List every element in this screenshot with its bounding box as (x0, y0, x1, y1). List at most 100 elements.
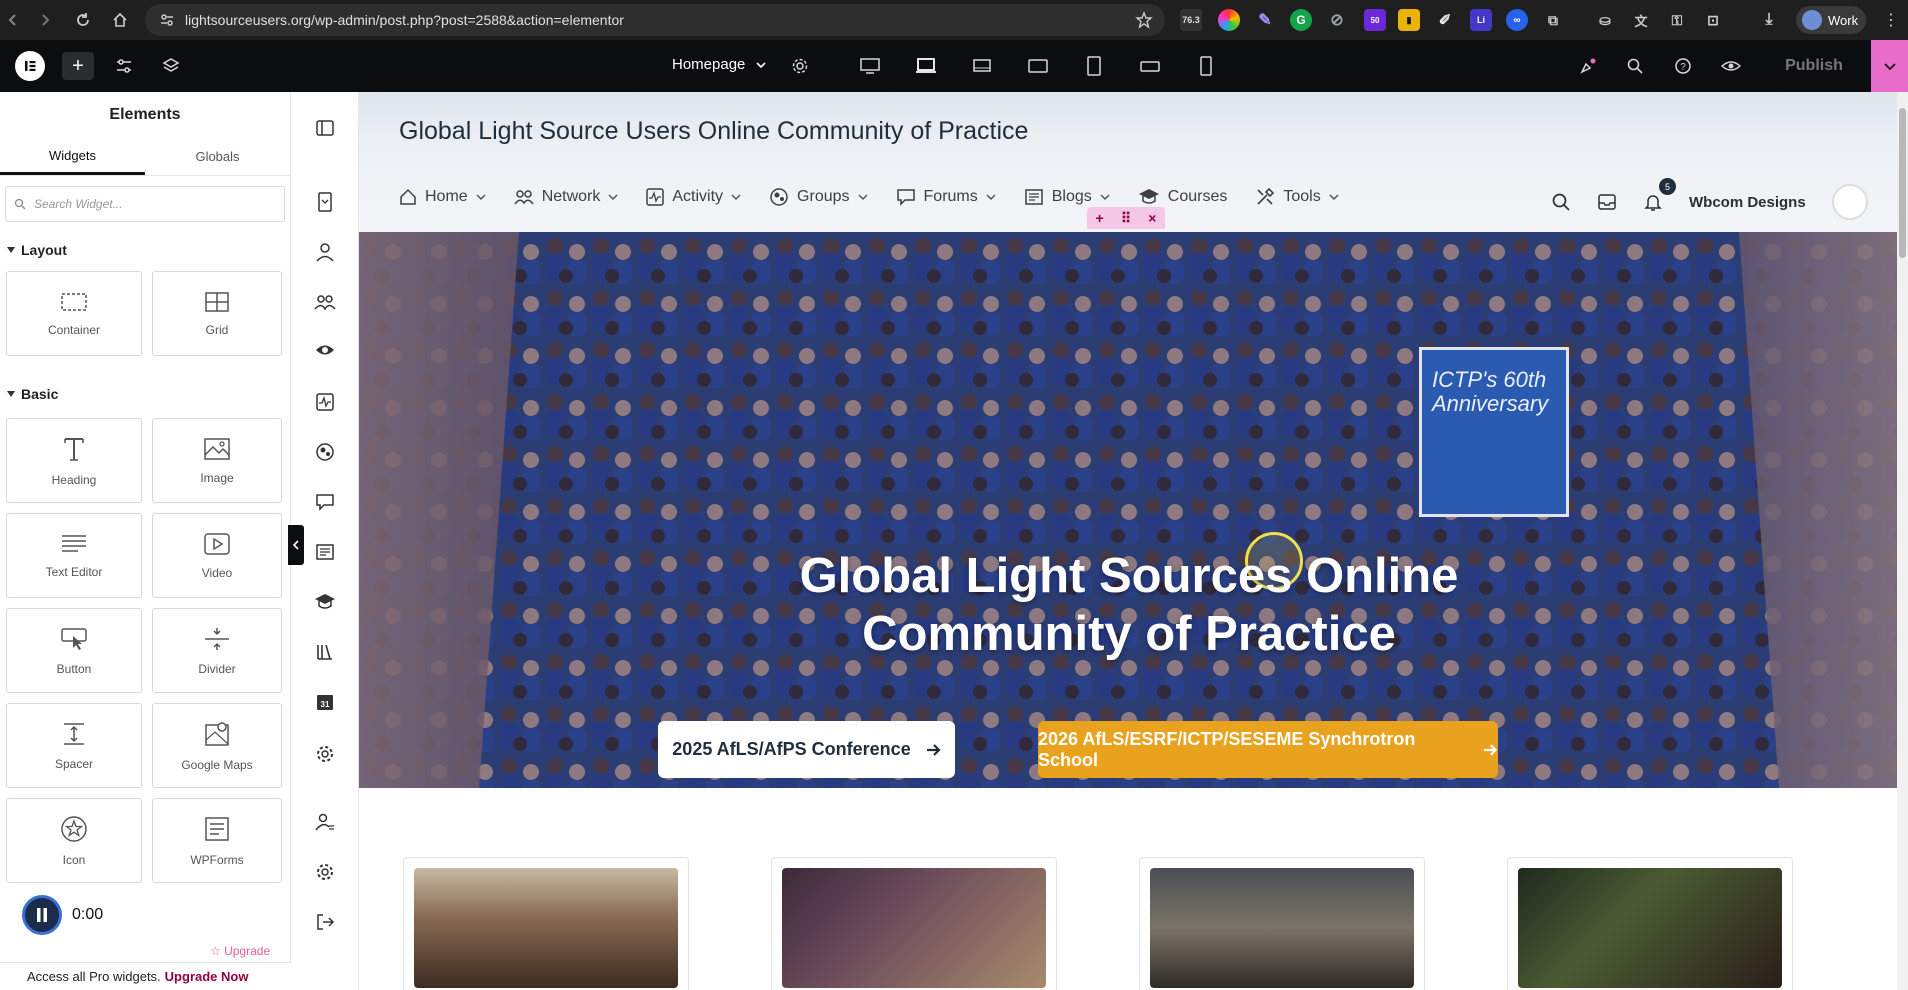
forward-icon[interactable] (32, 7, 58, 33)
infinity-extension-icon[interactable]: ∞ (1506, 9, 1528, 31)
menu-item-network[interactable]: Network (514, 188, 619, 206)
notifications-bell-icon[interactable] (1643, 192, 1663, 212)
hero-section[interactable]: ICTP's 60th Anniversary Global Light Sou… (359, 232, 1897, 788)
feature-card[interactable] (1139, 857, 1425, 990)
page-settings-gear-icon[interactable] (786, 52, 814, 80)
close-icon[interactable]: × (1148, 210, 1156, 226)
menu-item-tools[interactable]: Tools (1255, 187, 1339, 207)
feature-card[interactable] (403, 857, 689, 990)
site-info-icon[interactable] (159, 12, 175, 28)
laptop-view-icon[interactable] (912, 52, 940, 80)
key-icon[interactable]: ⚿ (1666, 9, 1688, 31)
eyedropper-icon[interactable]: ✐ (1434, 9, 1456, 31)
mobile-landscape-icon[interactable] (1136, 52, 1164, 80)
search-icon[interactable] (1621, 52, 1649, 80)
site-settings-icon[interactable] (110, 52, 138, 80)
page-selector[interactable]: Homepage (672, 56, 767, 73)
upgrade-link[interactable]: ☆ Upgrade (210, 944, 270, 958)
widget-google-maps[interactable]: Google Maps (152, 703, 282, 788)
connections-icon[interactable] (313, 338, 337, 362)
li-extension-icon[interactable]: Li (1470, 9, 1492, 31)
tab-widgets[interactable]: Widgets (0, 138, 145, 175)
tab-globals[interactable]: Globals (145, 138, 290, 175)
incognito-icon[interactable]: ⛀ (1594, 9, 1616, 31)
address-bar[interactable]: lightsourceusers.org/wp-admin/post.php?p… (145, 4, 1165, 36)
menu-item-forums[interactable]: Forums (896, 188, 996, 206)
extension-badge-50[interactable]: 50 (1364, 9, 1386, 31)
widget-wpforms[interactable]: WPForms (152, 798, 282, 883)
color-extension-icon[interactable] (1218, 9, 1240, 31)
calendar-icon[interactable]: 31 (313, 690, 337, 714)
logout-icon[interactable] (313, 910, 337, 934)
library-icon[interactable] (313, 640, 337, 664)
members-icon[interactable] (313, 290, 337, 314)
browser-menu-icon[interactable]: ⋮ (1878, 7, 1904, 33)
widget-spacer[interactable]: Spacer (6, 703, 142, 788)
menu-item-groups[interactable]: Groups (769, 187, 868, 207)
whats-new-icon[interactable] (1574, 52, 1602, 80)
groups-icon[interactable] (313, 440, 337, 464)
widget-video[interactable]: Video (152, 513, 282, 598)
widget-divider[interactable]: Divider (152, 608, 282, 693)
screenshot-icon[interactable]: ⊡ (1702, 9, 1724, 31)
compass-extension-icon[interactable]: ⊘ (1326, 9, 1348, 31)
elementor-logo-icon[interactable] (15, 51, 45, 81)
publish-button[interactable]: Publish (1754, 48, 1874, 84)
tablet-portrait-icon[interactable] (1080, 52, 1108, 80)
publish-options-chevron-icon[interactable] (1871, 40, 1908, 92)
widget-search-input[interactable]: Search Widget... (5, 186, 285, 222)
feature-card[interactable] (771, 857, 1057, 990)
avatar[interactable] (1831, 184, 1868, 220)
blogs-icon[interactable] (313, 540, 337, 564)
pen-extension-icon[interactable]: ✎ (1254, 9, 1276, 31)
menu-item-courses[interactable]: Courses (1138, 188, 1227, 206)
reload-icon[interactable] (70, 7, 96, 33)
preview-eye-icon[interactable] (1717, 52, 1745, 80)
menu-item-home[interactable]: Home (399, 188, 486, 206)
extensions-puzzle-icon[interactable]: ⧉ (1542, 9, 1564, 31)
activity-icon[interactable] (313, 390, 337, 414)
extension-badge[interactable]: 76.3 (1180, 9, 1202, 31)
desktop-view-icon[interactable] (856, 52, 884, 80)
user-icon[interactable] (313, 240, 337, 264)
pause-icon[interactable] (22, 895, 62, 935)
document-icon[interactable] (313, 190, 337, 214)
back-icon[interactable] (0, 7, 26, 33)
user-name[interactable]: Wbcom Designs (1689, 194, 1806, 211)
bookmark-star-icon[interactable] (1135, 11, 1153, 29)
widget-grid[interactable]: Grid (152, 271, 282, 356)
search-icon[interactable] (1551, 192, 1571, 212)
tools-gear-icon[interactable] (313, 742, 337, 766)
structure-layers-icon[interactable] (157, 52, 185, 80)
profile-button[interactable]: Work (1796, 6, 1866, 34)
widget-image[interactable]: Image (152, 418, 282, 503)
settings-gear-icon[interactable] (313, 860, 337, 884)
mobile-portrait-icon[interactable] (1192, 52, 1220, 80)
widget-icon[interactable]: Icon (6, 798, 142, 883)
home-button-icon[interactable] (107, 7, 133, 33)
help-icon[interactable]: ? (1669, 52, 1697, 80)
courses-icon[interactable] (313, 590, 337, 614)
sidebar-toggle-icon[interactable] (313, 116, 337, 140)
canvas-scrollbar-thumb[interactable] (1899, 108, 1906, 258)
collapse-panel-chevron-icon[interactable] (288, 525, 304, 565)
conference-button[interactable]: 2025 AfLS/AfPS Conference (658, 721, 955, 778)
menu-item-blogs[interactable]: Blogs (1024, 188, 1110, 206)
translate-icon[interactable]: 文 (1630, 9, 1652, 31)
download-icon[interactable]: ⤓ (1758, 9, 1780, 31)
site-title[interactable]: Global Light Source Users Online Communi… (399, 117, 1028, 146)
tablet-landscape-extra-icon[interactable] (968, 52, 996, 80)
add-element-button[interactable]: + (62, 52, 94, 80)
yellow-extension-icon[interactable]: ▮ (1398, 9, 1420, 31)
upgrade-now-link[interactable]: Upgrade Now (165, 969, 249, 984)
widget-text-editor[interactable]: Text Editor (6, 513, 142, 598)
tablet-landscape-icon[interactable] (1024, 52, 1052, 80)
drag-handle-icon[interactable]: ⠿ (1121, 210, 1131, 227)
widget-heading[interactable]: Heading (6, 418, 142, 503)
menu-item-activity[interactable]: Activity (646, 188, 741, 206)
forums-icon[interactable] (313, 490, 337, 514)
grammarly-icon[interactable]: G (1290, 9, 1312, 31)
element-edit-handle[interactable]: + ⠿ × (1087, 207, 1165, 229)
hero-title[interactable]: Global Light Sources Online Community of… (759, 547, 1499, 663)
account-settings-icon[interactable] (313, 810, 337, 834)
